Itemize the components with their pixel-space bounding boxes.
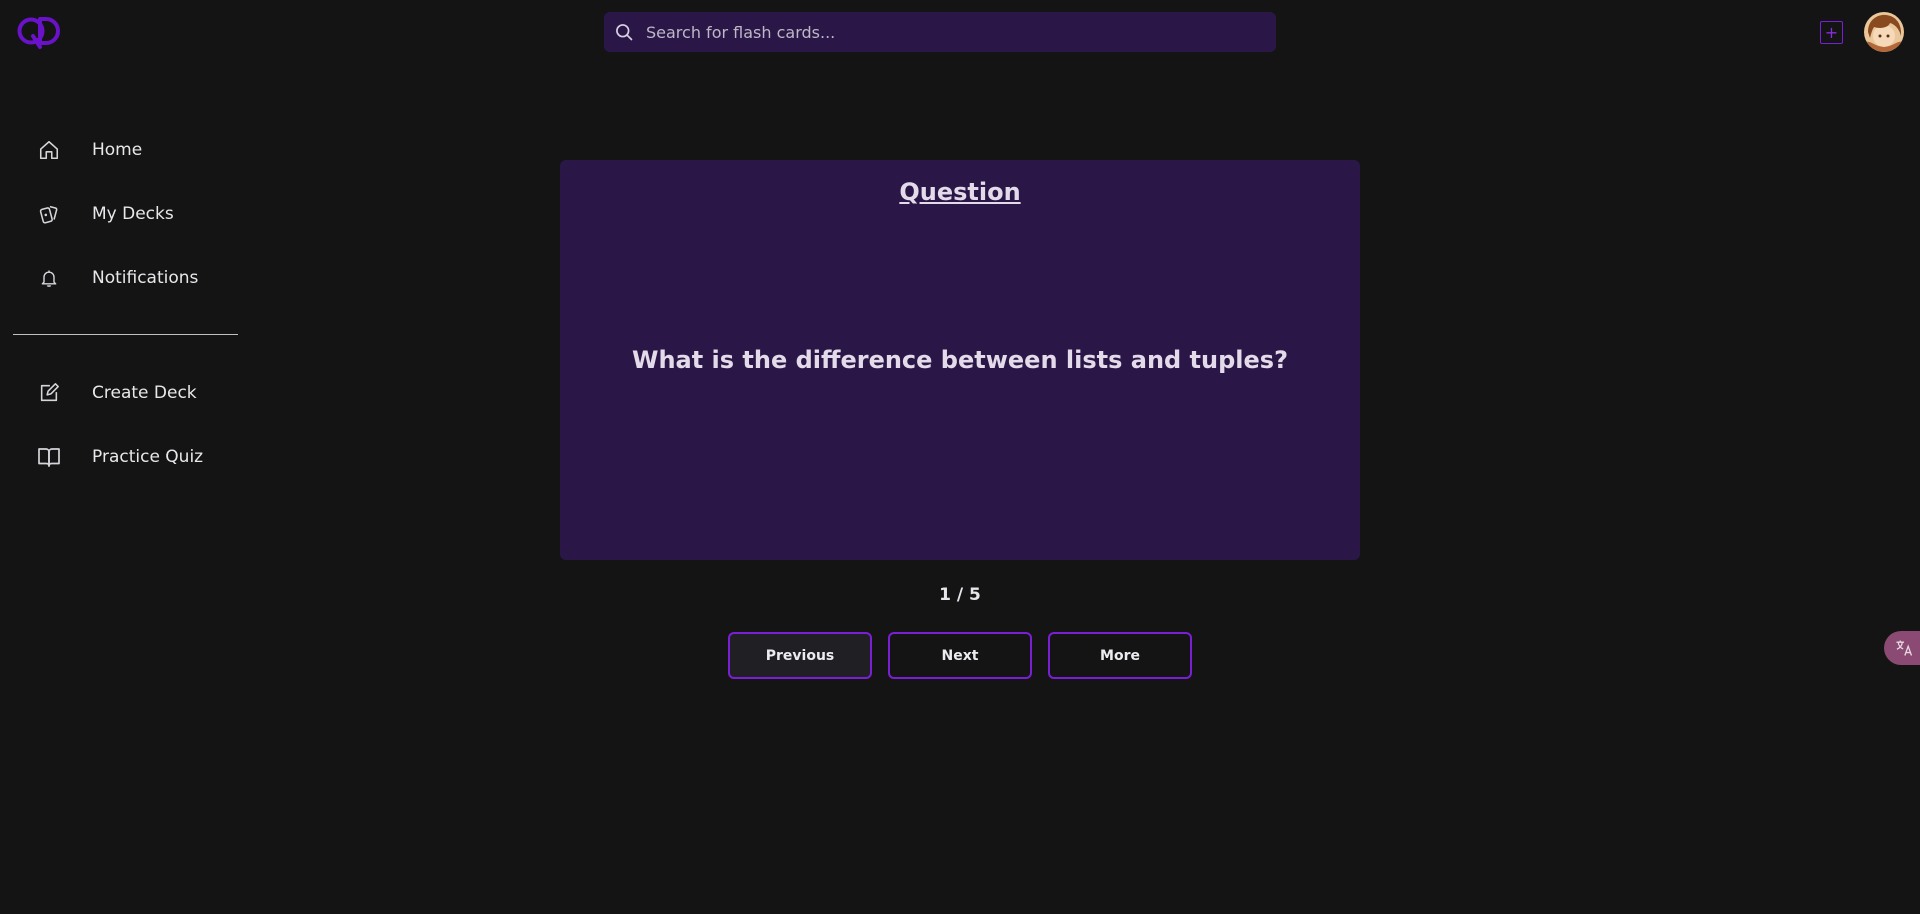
card-heading: Question [899, 178, 1021, 206]
card-controls: Previous Next More [728, 632, 1192, 679]
add-button[interactable]: + [1820, 21, 1843, 44]
sidebar-item-label: Create Deck [92, 383, 197, 403]
flash-card[interactable]: Question What is the difference between … [560, 160, 1360, 560]
sidebar-item-notifications[interactable]: Notifications [13, 246, 239, 310]
user-avatar[interactable] [1864, 12, 1904, 52]
sidebar: Home My Decks Notifications Create Deck … [13, 118, 239, 489]
previous-button[interactable]: Previous [728, 632, 872, 679]
avatar-image [1864, 12, 1904, 52]
sidebar-item-my-decks[interactable]: My Decks [13, 182, 239, 246]
edit-icon [37, 381, 61, 405]
sidebar-item-label: Notifications [92, 268, 199, 288]
sidebar-item-label: Practice Quiz [92, 447, 204, 467]
search-bar [604, 12, 1276, 52]
sidebar-item-label: My Decks [92, 204, 174, 224]
search-icon [616, 24, 633, 41]
more-button[interactable]: More [1048, 632, 1192, 679]
app-logo[interactable] [16, 14, 62, 50]
book-icon [37, 445, 61, 469]
plus-icon: + [1824, 22, 1839, 42]
sidebar-item-label: Home [92, 140, 143, 160]
translate-tab[interactable] [1884, 631, 1920, 665]
translate-icon [1896, 640, 1913, 656]
card-question-text: What is the difference between lists and… [631, 346, 1289, 374]
card-counter: 1 / 5 [939, 585, 981, 605]
sidebar-divider [13, 334, 238, 335]
home-icon [37, 138, 61, 162]
sidebar-item-practice-quiz[interactable]: Practice Quiz [13, 425, 239, 489]
search-input[interactable] [644, 13, 1244, 51]
next-button[interactable]: Next [888, 632, 1032, 679]
bell-icon [37, 266, 61, 290]
sidebar-item-create-deck[interactable]: Create Deck [13, 361, 239, 425]
logo-icon [17, 17, 60, 49]
cards-icon [37, 202, 61, 226]
sidebar-item-home[interactable]: Home [13, 118, 239, 182]
